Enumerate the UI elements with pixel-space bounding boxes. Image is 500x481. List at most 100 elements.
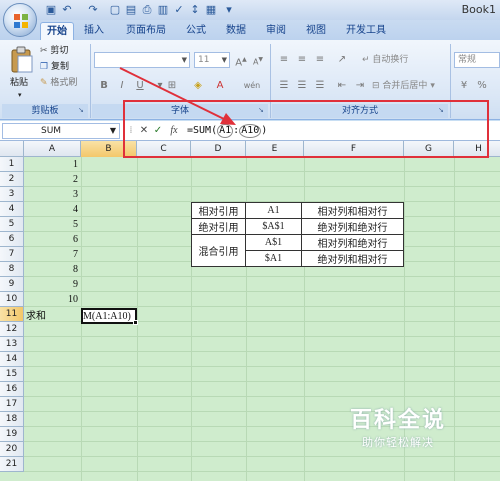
tab-view[interactable]: 视图: [300, 22, 332, 40]
column-header-a[interactable]: A: [24, 141, 81, 157]
office-button[interactable]: [3, 3, 37, 37]
tab-page-layout[interactable]: 页面布局: [118, 22, 174, 40]
align-middle-button[interactable]: ≡: [294, 52, 310, 67]
align-center-button[interactable]: ☰: [294, 78, 310, 93]
tab-review[interactable]: 审阅: [260, 22, 292, 40]
align-bottom-button[interactable]: ≡: [312, 52, 328, 67]
column-header-d[interactable]: D: [191, 141, 246, 157]
row-header-11[interactable]: 11: [0, 307, 24, 322]
font-color-button[interactable]: A: [212, 78, 228, 93]
enter-icon[interactable]: ✓: [152, 124, 164, 138]
row-header-8[interactable]: 8: [0, 262, 24, 277]
cell-a9[interactable]: 9: [24, 277, 81, 292]
table-cell[interactable]: $A1: [245, 250, 302, 267]
number-format-combo[interactable]: 常规: [454, 52, 500, 68]
open-icon[interactable]: ▤: [124, 3, 138, 17]
bold-button[interactable]: B: [96, 78, 112, 93]
increase-indent-button[interactable]: ⇥: [352, 78, 368, 93]
chart-icon[interactable]: ▦: [204, 3, 218, 17]
sort-icon[interactable]: ↕: [188, 3, 202, 17]
cell-a11[interactable]: 求和: [26, 309, 81, 324]
cell-a1[interactable]: 1: [24, 157, 81, 172]
row-header-9[interactable]: 9: [0, 277, 24, 292]
align-top-button[interactable]: ≡: [276, 52, 292, 67]
row-header-3[interactable]: 3: [0, 187, 24, 202]
shrink-font-button[interactable]: A▼: [250, 52, 266, 67]
print-icon[interactable]: ⎙: [140, 3, 154, 17]
column-header-b[interactable]: B: [81, 141, 137, 157]
tab-insert[interactable]: 插入: [78, 22, 110, 40]
cell-a3[interactable]: 3: [24, 187, 81, 202]
row-header-14[interactable]: 14: [0, 352, 24, 367]
cell-a2[interactable]: 2: [24, 172, 81, 187]
grow-font-button[interactable]: A▲: [233, 52, 249, 68]
undo-icon[interactable]: ↶: [60, 3, 74, 17]
border-button[interactable]: ⊞: [164, 78, 180, 93]
redo-icon[interactable]: ↷: [86, 3, 100, 17]
font-name-combo[interactable]: ▼: [94, 52, 190, 68]
cell-a4[interactable]: 4: [24, 202, 81, 217]
cell-a6[interactable]: 6: [24, 232, 81, 247]
font-launcher-icon[interactable]: ↘: [258, 106, 267, 115]
format-painter-button[interactable]: ✎ 格式刷: [40, 77, 77, 89]
column-header-g[interactable]: G: [404, 141, 454, 157]
decrease-indent-button[interactable]: ⇤: [334, 78, 350, 93]
row-header-4[interactable]: 4: [0, 202, 24, 217]
name-box[interactable]: SUM ▼: [2, 123, 120, 139]
font-size-combo[interactable]: 11 ▼: [194, 52, 230, 68]
row-header-7[interactable]: 7: [0, 247, 24, 262]
align-right-button[interactable]: ☰: [312, 78, 328, 93]
chevron-down-icon[interactable]: ▼: [110, 124, 116, 138]
cell-a5[interactable]: 5: [24, 217, 81, 232]
table-cell[interactable]: A$1: [245, 234, 302, 251]
column-header-e[interactable]: E: [246, 141, 304, 157]
percent-button[interactable]: %: [474, 78, 490, 93]
insert-function-icon[interactable]: fx: [166, 124, 182, 138]
preview-icon[interactable]: ▥: [156, 3, 170, 17]
table-cell[interactable]: $A$1: [245, 218, 302, 235]
row-header-5[interactable]: 5: [0, 217, 24, 232]
tab-formulas[interactable]: 公式: [180, 22, 212, 40]
spellcheck-icon[interactable]: ✓: [172, 3, 186, 17]
row-header-17[interactable]: 17: [0, 397, 24, 412]
tab-developer[interactable]: 开发工具: [340, 22, 392, 40]
tab-home[interactable]: 开始: [40, 22, 74, 40]
cut-button[interactable]: ✂ 剪切: [40, 45, 68, 57]
row-header-15[interactable]: 15: [0, 367, 24, 382]
italic-button[interactable]: I: [114, 78, 130, 93]
column-header-c[interactable]: C: [137, 141, 191, 157]
phonetic-button[interactable]: wén: [240, 78, 264, 93]
cancel-icon[interactable]: ✕: [138, 124, 150, 138]
merge-center-button[interactable]: ⊟ 合并后居中 ▾: [372, 80, 435, 92]
row-header-16[interactable]: 16: [0, 382, 24, 397]
active-cell-b11[interactable]: M(A1:A10): [81, 308, 138, 325]
row-header-18[interactable]: 18: [0, 412, 24, 427]
save-icon[interactable]: ▣: [44, 3, 58, 17]
alignment-launcher-icon[interactable]: ↘: [438, 106, 447, 115]
clipboard-launcher-icon[interactable]: ↘: [78, 106, 87, 115]
column-header-h[interactable]: H: [454, 141, 500, 157]
row-header-6[interactable]: 6: [0, 232, 24, 247]
new-doc-icon[interactable]: ▢: [108, 3, 122, 17]
cell-a8[interactable]: 8: [24, 262, 81, 277]
paste-button[interactable]: 粘贴 ▾: [6, 44, 38, 100]
row-header-13[interactable]: 13: [0, 337, 24, 352]
orientation-button[interactable]: ↗: [334, 52, 350, 67]
align-left-button[interactable]: ☰: [276, 78, 292, 93]
tab-data[interactable]: 数据: [220, 22, 252, 40]
table-cell-merged[interactable]: 混合引用: [191, 234, 246, 267]
customize-qa-icon[interactable]: ▾: [222, 3, 236, 17]
table-cell[interactable]: 绝对列和绝对行: [301, 218, 404, 235]
table-cell[interactable]: 相对列和相对行: [301, 202, 404, 219]
table-cell[interactable]: A1: [245, 202, 302, 219]
table-cell[interactable]: 绝对列和相对行: [301, 250, 404, 267]
fill-handle[interactable]: [133, 320, 138, 325]
fill-color-button[interactable]: ◈: [190, 78, 206, 93]
cell-a10[interactable]: 10: [24, 292, 81, 307]
paste-dropdown-icon[interactable]: ▾: [18, 89, 22, 101]
row-header-12[interactable]: 12: [0, 322, 24, 337]
table-cell[interactable]: 绝对引用: [191, 218, 246, 235]
wrap-text-button[interactable]: ↵ 自动换行: [362, 54, 408, 66]
row-header-20[interactable]: 20: [0, 442, 24, 457]
table-cell[interactable]: 相对引用: [191, 202, 246, 219]
